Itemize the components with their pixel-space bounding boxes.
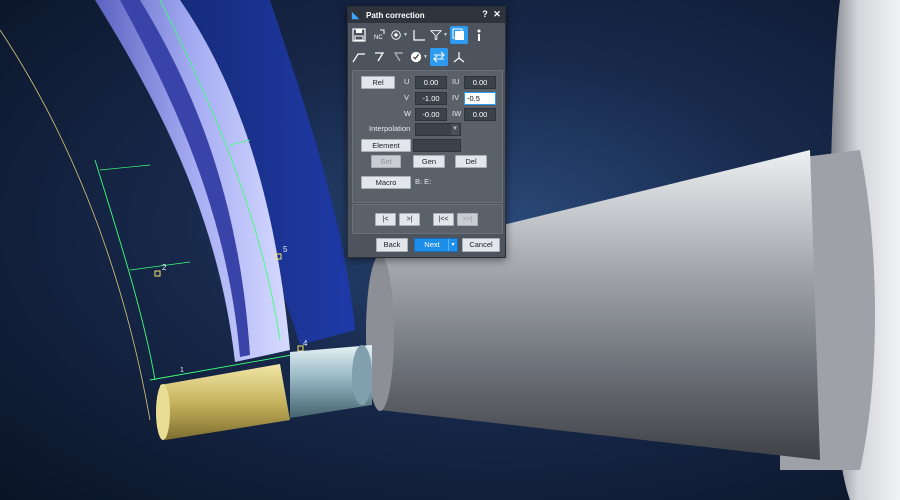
- interpolation-select[interactable]: ▼: [415, 123, 461, 136]
- chevron-down-icon[interactable]: ▾: [448, 239, 457, 251]
- check-button[interactable]: ▼: [410, 48, 428, 66]
- macro-info: B: E:: [415, 177, 432, 186]
- macro-button[interactable]: Macro: [361, 176, 411, 189]
- filter-icon: [430, 30, 443, 40]
- element-button[interactable]: Element: [361, 139, 411, 152]
- path-point-label: 2: [162, 263, 167, 272]
- tool-shaft-collar: [352, 345, 372, 405]
- tool-path-icon: [352, 53, 365, 63]
- svg-text:NC: NC: [374, 35, 383, 41]
- path-point-marker[interactable]: [154, 270, 161, 277]
- display-mode-button[interactable]: [450, 26, 468, 44]
- iw-field[interactable]: 0.00: [464, 108, 496, 121]
- coordinate-button[interactable]: [450, 48, 468, 66]
- toolpath-outer: [94, 159, 156, 381]
- view-button[interactable]: ▼: [390, 26, 408, 44]
- axis-icon: [413, 30, 425, 41]
- last-step-button[interactable]: >>|: [457, 213, 478, 226]
- w-label: W: [404, 109, 412, 118]
- box-icon: [452, 28, 464, 40]
- app-logo-icon: ◣: [352, 10, 359, 20]
- info-button[interactable]: [470, 26, 488, 44]
- toolbar-row-1: NC ▼ ▼: [350, 25, 503, 45]
- chevron-down-icon: ▼: [423, 54, 428, 60]
- cancel-button[interactable]: Cancel: [462, 238, 500, 252]
- prev-step-button[interactable]: |<: [375, 213, 396, 226]
- v-label: V: [404, 93, 410, 102]
- dialog-title: Path correction: [366, 10, 425, 20]
- next-button[interactable]: Next ▾: [414, 238, 458, 252]
- v-field[interactable]: -1.00: [415, 92, 447, 105]
- iw-label: IW: [452, 109, 462, 118]
- toolbar-row-2: ▼: [350, 47, 503, 67]
- chevron-down-icon: ▼: [403, 32, 408, 38]
- u-field[interactable]: 0.00: [415, 76, 447, 89]
- path-point-label: 1: [180, 367, 184, 374]
- first-step-button[interactable]: |<<: [433, 213, 454, 226]
- save-button[interactable]: [350, 26, 368, 44]
- del-button[interactable]: Del: [455, 155, 487, 168]
- toolpath-rung: [129, 261, 191, 271]
- coordinate-axes-icon: [453, 52, 465, 63]
- undo-path-button[interactable]: [390, 48, 408, 66]
- check-circle-icon: [410, 51, 422, 63]
- interpolation-label: Interpolation: [369, 124, 411, 133]
- tool-path-button[interactable]: [350, 48, 368, 66]
- view-cube-icon: [391, 30, 401, 40]
- dialog-titlebar[interactable]: ◣ Path correction ? ✕: [348, 7, 505, 23]
- correction-panel: Rel U 0.00 IU 0.00 V -1.00 IV -0.5 W -0.…: [352, 70, 503, 203]
- next-step-button[interactable]: >|: [399, 213, 420, 226]
- close-button[interactable]: ✕: [492, 9, 502, 20]
- swap-button[interactable]: [430, 48, 448, 66]
- back-button[interactable]: Back: [376, 238, 408, 252]
- cutter-body: [160, 364, 290, 440]
- iv-field[interactable]: -0.5: [464, 92, 496, 105]
- redo-path-button[interactable]: [370, 48, 388, 66]
- iv-label: IV: [452, 93, 460, 102]
- filter-button[interactable]: ▼: [430, 26, 448, 44]
- swap-icon: [433, 51, 445, 63]
- navigation-panel: |< >| |<< >>|: [352, 204, 503, 234]
- set-button[interactable]: Set: [371, 155, 401, 168]
- element-field[interactable]: [413, 139, 461, 152]
- gen-button[interactable]: Gen: [413, 155, 445, 168]
- undo-arrow-icon: [393, 52, 403, 62]
- axis-button[interactable]: [410, 26, 428, 44]
- chevron-down-icon: ▼: [451, 124, 459, 135]
- w-field[interactable]: -0.00: [415, 108, 447, 121]
- path-point-label: 5: [283, 245, 288, 254]
- iu-field[interactable]: 0.00: [464, 76, 496, 89]
- path-point-label: 4: [303, 339, 308, 348]
- rel-button[interactable]: Rel: [361, 76, 395, 89]
- path-correction-dialog[interactable]: ◣ Path correction ? ✕ NC ▼ ▼ ▼ Rel U 0.0…: [347, 6, 506, 258]
- nc-icon: NC: [374, 29, 385, 41]
- chevron-down-icon: ▼: [443, 32, 448, 38]
- next-button-label: Next: [424, 240, 440, 249]
- save-icon: [352, 28, 366, 42]
- u-label: U: [404, 77, 410, 86]
- info-icon: [477, 29, 481, 41]
- iu-label: IU: [452, 77, 460, 86]
- cutter-tip: [156, 384, 170, 440]
- toolpath-rung: [99, 164, 151, 171]
- help-button[interactable]: ?: [480, 9, 490, 20]
- stock-outline: [0, 29, 151, 421]
- redo-arrow-icon: [375, 52, 385, 62]
- nc-button[interactable]: NC: [370, 26, 388, 44]
